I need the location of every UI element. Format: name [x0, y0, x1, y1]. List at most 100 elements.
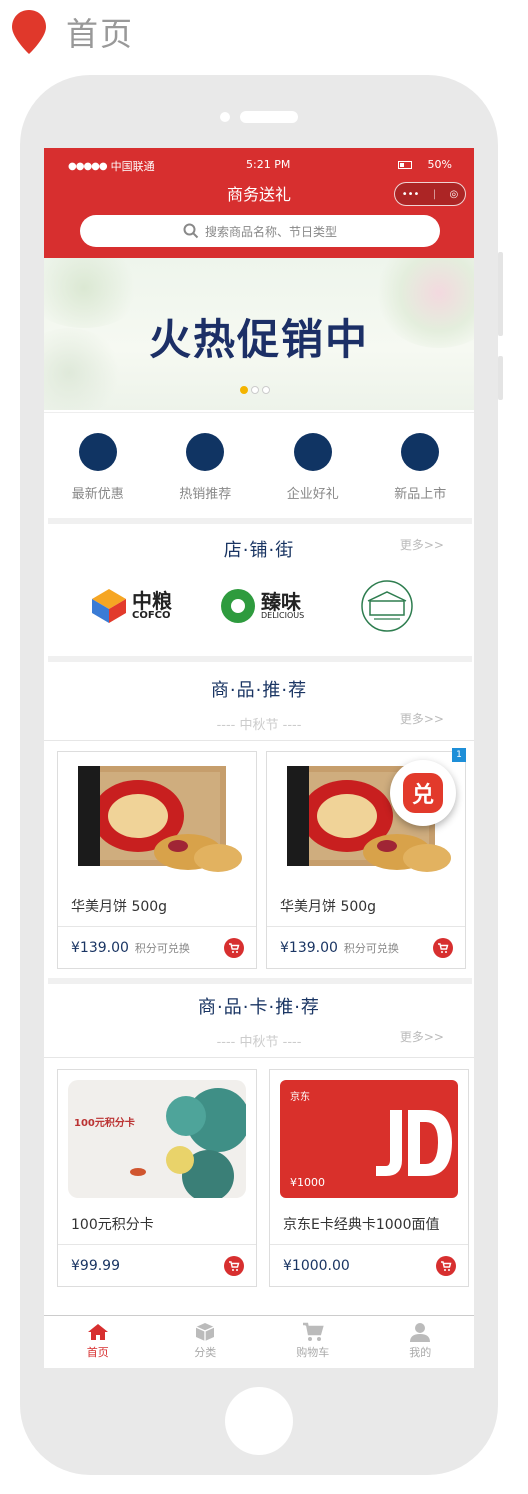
category-icon: [293, 433, 332, 471]
shop-hospital[interactable]: [356, 576, 418, 636]
home-button[interactable]: [225, 1387, 293, 1455]
app-header: ●●●●● 中国联通 5:21 PM 50% 商务送礼 ••• | ◎ 搜索商品…: [44, 148, 474, 258]
tab-label: 我的: [409, 1346, 432, 1359]
add-to-cart-button[interactable]: [224, 938, 244, 958]
speaker-grille: [240, 111, 298, 123]
cart-icon: [302, 1322, 324, 1341]
carrier: ●●●●● 中国联通: [68, 158, 155, 174]
tab-profile[interactable]: 我的: [375, 1316, 465, 1368]
points-note: 积分可兑换: [343, 942, 399, 955]
section-gap: [48, 978, 472, 984]
tab-label: 购物车: [296, 1346, 330, 1359]
tab-category[interactable]: 分类: [160, 1316, 250, 1368]
tab-bar: 首页 分类 购物车 我的: [44, 1315, 474, 1368]
category-corporate-gifts[interactable]: 企业好礼: [263, 413, 363, 521]
product-price: ¥139.00 积分可兑换: [280, 940, 399, 956]
divider: [44, 1057, 474, 1058]
cart-icon: [229, 1261, 240, 1271]
section-gap: [48, 656, 472, 662]
card-art-text: 100元积分卡: [74, 1118, 135, 1129]
close-icon[interactable]: ◎: [450, 189, 459, 200]
category-hot-picks[interactable]: 热销推荐: [155, 413, 255, 521]
search-bar[interactable]: 搜索商品名称、节日类型: [80, 215, 440, 247]
points-card-image: 100元积分卡: [68, 1080, 246, 1198]
search-placeholder: 搜索商品名称、节日类型: [204, 224, 337, 239]
capsule-divider: |: [432, 188, 437, 200]
home-icon: [87, 1324, 108, 1340]
banner-pagination: [240, 386, 270, 394]
app-screen: ●●●●● 中国联通 5:21 PM 50% 商务送礼 ••• | ◎ 搜索商品…: [44, 148, 474, 1368]
product-name: 华美月饼 500g: [71, 899, 168, 915]
banner-dot[interactable]: [240, 386, 248, 394]
battery-level: 50%: [427, 158, 452, 171]
add-to-cart-button[interactable]: [436, 1256, 456, 1276]
section-gap: [48, 518, 472, 524]
points-note: 积分可兑换: [134, 942, 190, 955]
shop-cofco[interactable]: 中粮 COFCO: [90, 576, 172, 636]
category-new-arrivals[interactable]: 新品上市: [370, 413, 470, 521]
category-nav: 最新优惠 热销推荐 企业好礼 新品上市: [44, 412, 474, 521]
add-to-cart-button[interactable]: [433, 938, 453, 958]
side-button: [498, 356, 503, 400]
giftcard-card[interactable]: 100元积分卡 100元积分卡 ¥99.99: [57, 1069, 257, 1287]
price-value: ¥139.00: [71, 940, 129, 956]
category-label: 最新优惠: [71, 487, 124, 502]
promo-banner[interactable]: 火热促销中: [44, 258, 474, 410]
product-price: ¥99.99: [71, 1258, 120, 1274]
tab-label: 分类: [194, 1346, 217, 1359]
camera-dot: [220, 112, 230, 122]
category-icon: [78, 433, 117, 471]
volume-button: [498, 252, 503, 336]
tab-label: 首页: [86, 1346, 109, 1359]
notification-badge: 1: [452, 748, 466, 762]
product-card[interactable]: 华美月饼 500g ¥139.00 积分可兑换: [57, 751, 257, 969]
products-title: 商·品·推·荐: [210, 680, 308, 701]
banner-dot[interactable]: [251, 386, 259, 394]
mooncake-image: [78, 766, 242, 872]
shop-delicious[interactable]: 臻味 DELICIOUS: [220, 576, 304, 636]
product-name: 京东E卡经典卡1000面值: [283, 1217, 440, 1233]
category-icon: [401, 433, 440, 471]
product-name: 华美月饼 500g: [280, 899, 377, 915]
battery-icon: [397, 160, 412, 169]
shops-more-link[interactable]: 更多>>: [400, 536, 444, 553]
divider: [267, 926, 465, 927]
lotus-artwork: [130, 1088, 246, 1198]
delicious-wordmark: 臻味 DELICIOUS: [261, 590, 305, 620]
cards-title: 商·品·卡·推·荐: [198, 997, 320, 1018]
user-icon: [410, 1323, 431, 1342]
category-label: 热销推荐: [179, 487, 232, 502]
carrier-name: 中国联通: [110, 160, 155, 173]
exchange-icon: 兑: [403, 773, 443, 813]
banner-dot[interactable]: [262, 386, 270, 394]
divider: [58, 1244, 256, 1245]
exchange-button[interactable]: 兑: [390, 760, 456, 826]
banner-headline: 火热促销中: [148, 315, 369, 364]
product-price: ¥1000.00: [283, 1258, 350, 1274]
battery: 50%: [397, 158, 452, 171]
cart-icon: [441, 1261, 452, 1271]
category-icon: [186, 433, 225, 471]
mini-program-capsule[interactable]: ••• | ◎: [394, 182, 466, 206]
price-value: ¥139.00: [280, 940, 338, 956]
cards-more-link[interactable]: 更多>>: [400, 1028, 444, 1045]
signal-icon: ●●●●●: [68, 160, 108, 172]
product-price: ¥139.00 积分可兑换: [71, 940, 190, 956]
add-to-cart-button[interactable]: [224, 1256, 244, 1276]
category-label: 新品上市: [394, 487, 447, 502]
more-icon[interactable]: •••: [402, 189, 420, 200]
divider: [44, 740, 474, 741]
tab-cart[interactable]: 购物车: [268, 1316, 358, 1368]
giftcard-card[interactable]: 京东 ¥1000 京东E卡经典卡1000面值 ¥1000.00: [269, 1069, 469, 1287]
products-more-link[interactable]: 更多>>: [400, 710, 444, 727]
cart-icon: [229, 943, 240, 953]
divider: [58, 926, 256, 927]
cofco-logo-icon: [92, 589, 126, 623]
tab-home[interactable]: 首页: [53, 1316, 143, 1368]
category-latest-deals[interactable]: 最新优惠: [48, 413, 148, 521]
page-header: 首页: [10, 8, 134, 56]
divider: [270, 1244, 468, 1245]
category-label: 企业好礼: [286, 487, 339, 502]
search-icon: [183, 223, 199, 239]
hospital-logo-icon: [361, 580, 413, 632]
